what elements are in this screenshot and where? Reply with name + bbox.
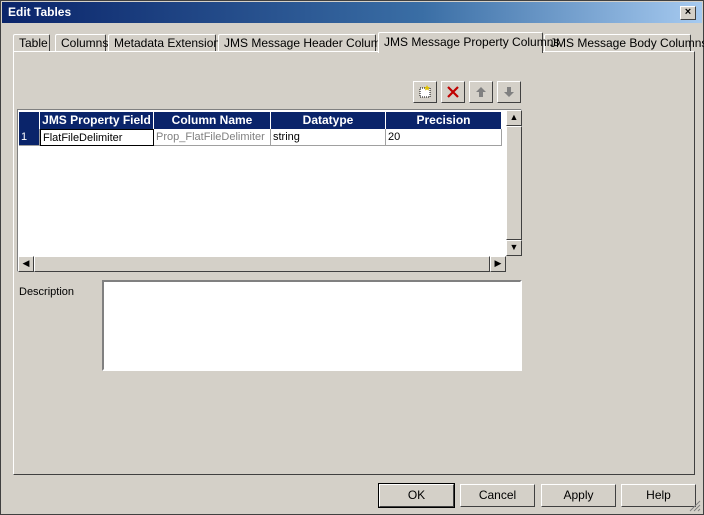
tab-metadata-extensions[interactable]: Metadata Extensions [108,34,226,52]
tab-jms-message-header-columns[interactable]: JMS Message Header Columns [218,34,393,52]
window-title: Edit Tables [8,5,72,19]
scroll-left-icon[interactable]: ◀ [18,256,34,272]
tab-columns[interactable]: Columns [55,34,108,52]
move-down-icon[interactable] [497,81,521,103]
tab-jms-message-property-columns[interactable]: JMS Message Property Columns [378,32,559,53]
property-columns-grid: JMS Property Field Column Name Datatype … [17,109,522,272]
horizontal-scroll-thumb[interactable] [34,256,490,272]
description-label: Description [19,286,75,298]
cell-column-name[interactable]: Prop_FlatFileDelimiter [154,129,271,146]
tab-jms-message-body-columns[interactable]: JMS Message Body Columns [544,34,704,52]
close-button[interactable]: × [680,6,696,20]
move-up-icon[interactable] [469,81,493,103]
cell-datatype[interactable]: string [271,129,386,146]
cell-precision[interactable]: 20 [386,129,502,146]
row-header-corner [19,112,40,129]
edit-tables-dialog: Edit Tables × Table Columns Metadata Ext… [0,0,704,515]
new-row-icon[interactable] [413,81,437,103]
delete-icon[interactable] [441,81,465,103]
tab-strip: Table Columns Metadata Extensions JMS Me… [13,32,704,53]
scroll-down-icon[interactable]: ▼ [506,240,522,256]
scroll-right-icon[interactable]: ▶ [490,256,506,272]
title-bar[interactable]: Edit Tables × [2,2,702,23]
help-button[interactable]: Help [621,484,696,507]
grid-horizontal-scrollbar[interactable]: ◀ ▶ [18,256,506,272]
row-number[interactable]: 1 [19,129,40,146]
column-header-column-name[interactable]: Column Name [154,112,271,129]
column-header-precision[interactable]: Precision [386,112,502,129]
ok-button[interactable]: OK [378,483,455,508]
cancel-button[interactable]: Cancel [460,484,535,507]
apply-button[interactable]: Apply [541,484,616,507]
column-header-jms-property-field[interactable]: JMS Property Field [40,112,154,129]
column-header-datatype[interactable]: Datatype [271,112,386,129]
vertical-scroll-thumb[interactable] [506,126,522,240]
scroll-up-icon[interactable]: ▲ [506,110,522,126]
grid-vertical-scrollbar[interactable]: ▲ ▼ [506,110,522,256]
resize-grip-icon[interactable] [689,500,701,512]
cell-jms-property-field[interactable]: FlatFileDelimiter [40,129,154,146]
tab-table[interactable]: Table [13,34,50,52]
description-field[interactable] [102,280,522,371]
scrollbar-corner [506,256,522,272]
